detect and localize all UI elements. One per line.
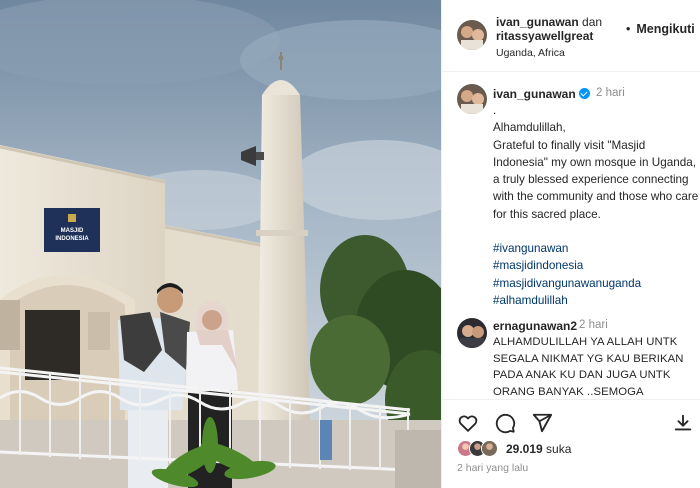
mosque-sign-line1: MASJID (61, 228, 84, 234)
liker-avatar (481, 440, 498, 457)
following-label: Mengikuti (636, 22, 695, 36)
share-button[interactable] (531, 412, 553, 434)
avatar-image (457, 20, 487, 50)
header-user1[interactable]: ivan_gunawan (496, 15, 579, 29)
post-photo[interactable]: MASJID INDONESIA (0, 0, 441, 488)
header-user2[interactable]: ritassyawellgreat (496, 29, 593, 43)
avatar-image (457, 84, 487, 114)
likes-number: 29.019 (506, 442, 543, 456)
header-connector: dan (582, 15, 603, 29)
caption-username-text: ivan_gunawan (493, 87, 576, 101)
comment-username[interactable]: ernagunawan2 (493, 319, 577, 333)
like-button[interactable] (457, 412, 479, 434)
comment-time[interactable]: 2 hari (579, 319, 608, 331)
caption-username[interactable]: ivan_gunawan (493, 87, 590, 101)
instagram-post-modal: MASJID INDONESIA ivan_gunawan dan ritass… (0, 0, 700, 488)
following-button[interactable]: • Mengikuti (626, 22, 695, 36)
caption-time[interactable]: 2 hari (596, 87, 625, 99)
header-avatar[interactable] (457, 20, 487, 50)
heart-icon (458, 415, 478, 432)
likes-suffix: suka (546, 442, 572, 456)
header-location[interactable]: Uganda, Africa (496, 47, 565, 59)
comment-icon (495, 413, 516, 434)
verified-badge-icon (578, 88, 590, 99)
comment-text: ALHAMDULILLAH YA ALLAH UNTK SEGALA NIKMA… (493, 336, 684, 398)
share-icon (532, 413, 553, 433)
post-header: ivan_gunawan dan ritassyawellgreat Ugand… (442, 0, 700, 72)
mosque-photo-illustration: MASJID INDONESIA (0, 0, 441, 488)
mosque-sign-line2: INDONESIA (55, 236, 89, 242)
hashtag-link[interactable]: #masjidindonesia (493, 257, 700, 274)
hashtag-link[interactable]: #masjidivangunawanuganda (493, 275, 700, 292)
caption-line: Grateful to finally visit "Masjid Indone… (493, 138, 699, 221)
hashtag-link[interactable]: #ivangunawan (493, 240, 700, 257)
separator-dot: • (626, 22, 631, 36)
bookmark-icon (674, 414, 692, 431)
caption-line: . (493, 104, 497, 117)
caption-text: . Alhamdulillah, Grateful to finally vis… (493, 102, 700, 309)
hashtag-link[interactable]: #alhamdulillah (493, 292, 700, 309)
post-side-panel: ivan_gunawan dan ritassyawellgreat Ugand… (441, 0, 700, 488)
likers-avatars[interactable] (457, 440, 507, 458)
caption-line: Alhamdulillah, (493, 121, 566, 135)
post-actions: 29.019 suka 2 hari yang lalu (442, 399, 700, 488)
caption-avatar[interactable] (457, 84, 487, 114)
save-button[interactable] (672, 412, 694, 434)
likes-count[interactable]: 29.019 suka (506, 442, 571, 456)
header-usernames: ivan_gunawan dan ritassyawellgreat (496, 15, 626, 43)
comments-scroll-area[interactable]: ivan_gunawan 2 hari . Alhamdulillah, Gra… (442, 73, 700, 399)
avatar-image (457, 318, 487, 348)
posted-timestamp[interactable]: 2 hari yang lalu (457, 462, 528, 474)
comment-button[interactable] (494, 412, 516, 434)
comment-avatar[interactable] (457, 318, 487, 348)
